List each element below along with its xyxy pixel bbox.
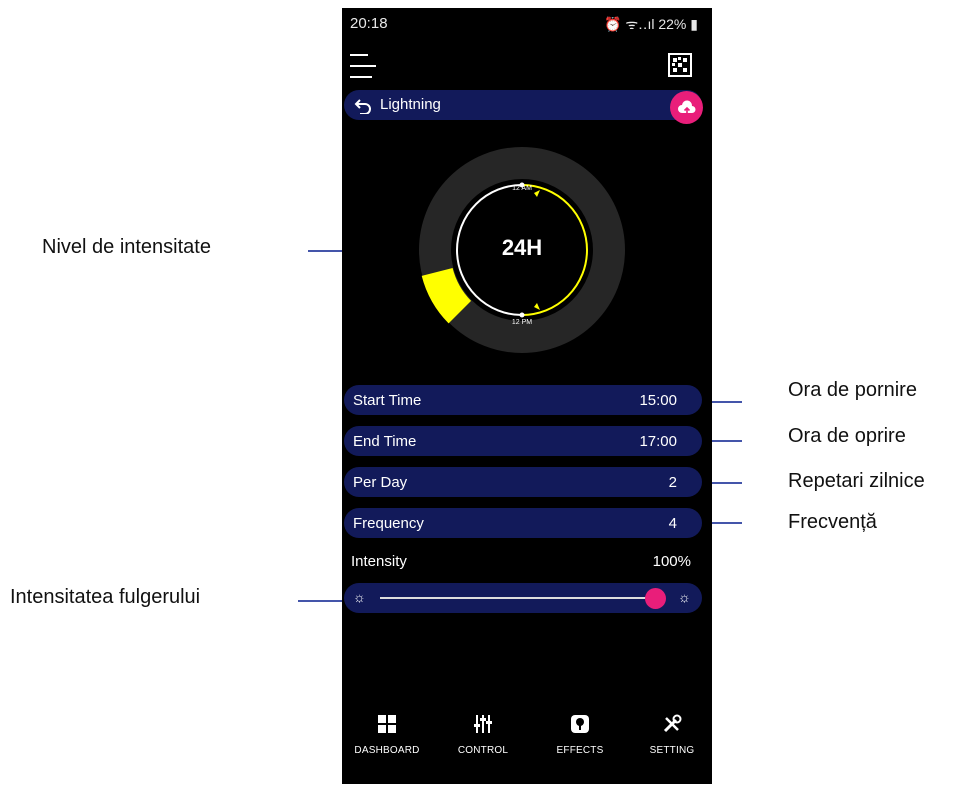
frequency-label: Frequency xyxy=(353,515,424,532)
frequency-row[interactable]: Frequency 4 xyxy=(344,508,702,538)
nav-setting[interactable]: SETTING xyxy=(626,714,712,756)
start-time-label: Start Time xyxy=(353,392,422,409)
dial-bottom-dot xyxy=(519,312,525,318)
nav-setting-label: SETTING xyxy=(649,745,695,756)
callout-start-time: Ora de pornire xyxy=(788,379,917,401)
brightness-low-icon: ☼ xyxy=(353,589,366,605)
slider-thumb[interactable] xyxy=(645,588,666,609)
nav-control[interactable]: CONTROL xyxy=(437,714,529,756)
frequency-value: 4 xyxy=(668,515,677,532)
sliders-icon xyxy=(474,715,492,733)
brightness-high-icon: ☼ xyxy=(678,589,691,605)
per-day-label: Per Day xyxy=(353,474,408,491)
arc-arrow-bottom-icon xyxy=(534,303,540,310)
end-time-row[interactable]: End Time 17:00 xyxy=(344,426,702,456)
callout-frequency: Frecvență xyxy=(788,511,877,533)
nav-control-label: CONTROL xyxy=(457,745,509,756)
intensity-dial[interactable]: 12 AM 12 PM xyxy=(342,8,712,368)
dial-top-label: 12 AM xyxy=(512,185,532,192)
dial-bottom-label: 12 PM xyxy=(512,319,532,326)
callout-end-time: Ora de oprire xyxy=(788,425,906,447)
intensity-slider[interactable]: ☼ ☼ xyxy=(344,583,702,613)
effects-icon xyxy=(571,715,589,733)
slider-track[interactable] xyxy=(380,597,656,599)
start-time-row[interactable]: Start Time 15:00 xyxy=(344,385,702,415)
end-time-value: 17:00 xyxy=(639,433,677,450)
start-time-value: 15:00 xyxy=(639,392,677,409)
nav-dashboard[interactable]: DASHBOARD xyxy=(342,714,433,756)
per-day-row[interactable]: Per Day 2 xyxy=(344,467,702,497)
intensity-value: 100% xyxy=(652,553,691,570)
dial-center-label: 24H xyxy=(501,235,543,260)
phone-screen: 20:18 ⏰ ᯤ‥ıl 22% ▮ Lightning 12 AM 12 PM… xyxy=(342,8,712,784)
end-time-label: End Time xyxy=(353,433,417,450)
callout-daily-repeats: Repetari zilnice xyxy=(788,470,925,492)
intensity-label: Intensity xyxy=(351,553,407,570)
arc-arrow-top-icon xyxy=(534,190,540,197)
tools-icon xyxy=(663,714,682,733)
per-day-value: 2 xyxy=(668,474,677,491)
callout-intensity-level: Nivel de intensitate xyxy=(42,236,211,258)
dashboard-icon xyxy=(378,715,396,733)
callout-line-lightning-intensity xyxy=(298,600,342,602)
bottom-nav: DASHBOARD CONTROL EFFECTS SETTING xyxy=(342,714,712,774)
callout-lightning-intensity: Intensitatea fulgerului xyxy=(10,586,201,608)
nav-dashboard-label: DASHBOARD xyxy=(354,745,420,756)
nav-effects[interactable]: EFFECTS xyxy=(534,714,626,756)
nav-effects-label: EFFECTS xyxy=(556,745,604,756)
